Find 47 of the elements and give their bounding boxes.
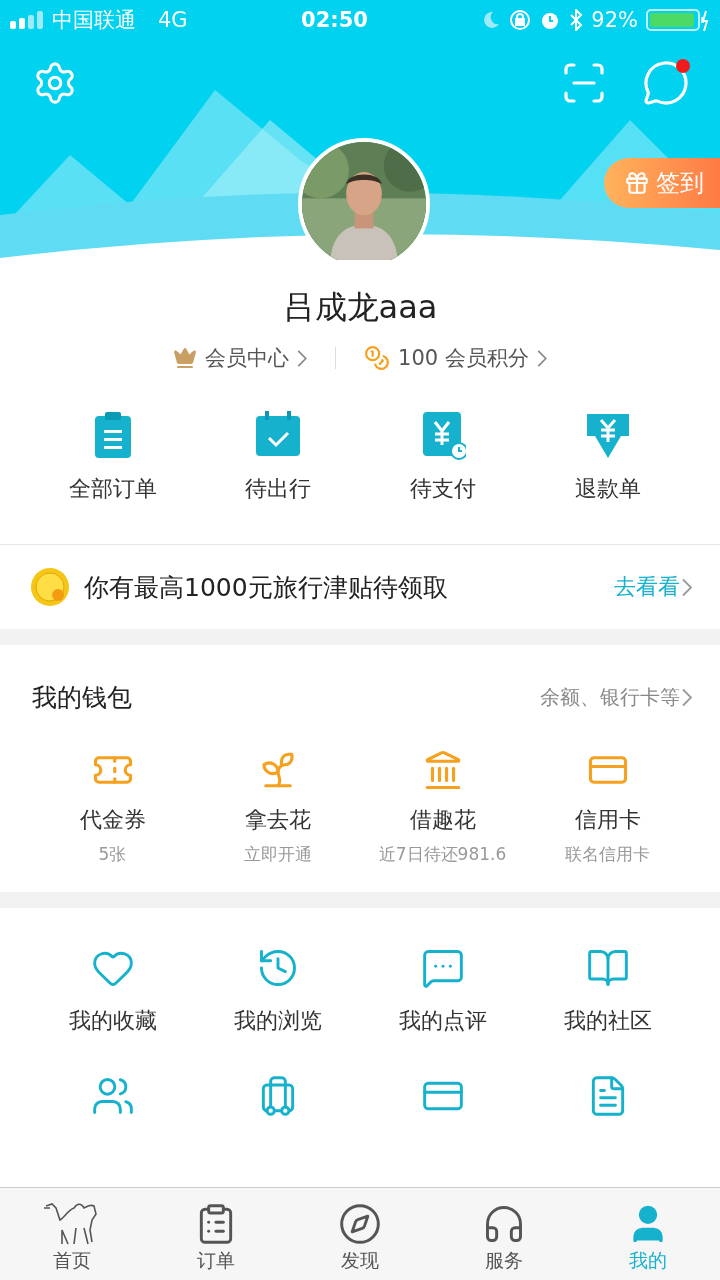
- tool-item[interactable]: 我的收藏: [68, 1006, 157, 1036]
- chevron-icon: [682, 687, 692, 707]
- allowance-banner[interactable]: 你有最高1000元旅行津贴待领取 去看看: [0, 545, 720, 629]
- chevron-icon: [682, 577, 692, 597]
- wallet-item-detail: 联名信用卡: [565, 843, 650, 866]
- wallet-item[interactable]: 借趣花: [409, 805, 476, 835]
- wallet-item-detail: 立即开通: [243, 843, 312, 866]
- tab-item[interactable]: 订单: [144, 1188, 288, 1280]
- bluetooth-icon: [569, 9, 584, 31]
- wallet-item[interactable]: 代金券: [79, 805, 146, 835]
- tab-item[interactable]: 首页: [0, 1188, 144, 1280]
- network-type: 4G: [158, 8, 188, 32]
- points-link[interactable]: 100 会员积分: [364, 344, 547, 372]
- tab-item[interactable]: 发现: [288, 1188, 432, 1280]
- battery-icon: [646, 8, 710, 32]
- section-title: 我的钱包: [32, 681, 132, 714]
- tool-item[interactable]: 我的点评: [398, 1006, 487, 1036]
- chevron-icon: [297, 349, 308, 367]
- coins-icon: [364, 345, 391, 371]
- message-button[interactable]: [642, 59, 690, 107]
- order-category[interactable]: 退款单: [574, 474, 641, 504]
- wallet-link[interactable]: 余额、银行卡等: [540, 683, 692, 711]
- coin-icon: [30, 567, 70, 607]
- signal-icon: [10, 11, 44, 29]
- carrier-name: 中国联通: [52, 7, 136, 34]
- wallet-item[interactable]: 信用卡: [574, 805, 641, 835]
- rotation-lock-icon: [509, 9, 532, 31]
- order-category[interactable]: 待出行: [244, 474, 311, 504]
- moon-icon: [481, 10, 502, 30]
- allowance-text: 你有最高1000元旅行津贴待领取: [84, 571, 449, 604]
- member-center-link[interactable]: 会员中心: [173, 344, 308, 372]
- gift-icon: [624, 170, 650, 196]
- crown-icon: [173, 346, 198, 370]
- message-icon: [642, 59, 690, 107]
- compass-icon: [338, 1202, 382, 1246]
- wallet-item-detail: 近7日待还981.6: [378, 843, 507, 866]
- user-name: 吕成龙aaa: [281, 287, 439, 328]
- wallet-item-detail: 5张: [98, 843, 127, 866]
- order-category[interactable]: 全部订单: [68, 474, 157, 504]
- wallet-item[interactable]: 拿去花: [244, 805, 311, 835]
- chevron-icon: [536, 349, 547, 367]
- tool-item[interactable]: 我的浏览: [233, 1006, 322, 1036]
- clock: 02:50: [301, 8, 368, 32]
- battery-percent: 92%: [591, 8, 638, 32]
- tab-item[interactable]: 服务: [432, 1188, 576, 1280]
- order-category[interactable]: 待支付: [409, 474, 476, 504]
- tool-item[interactable]: 我的社区: [563, 1006, 652, 1036]
